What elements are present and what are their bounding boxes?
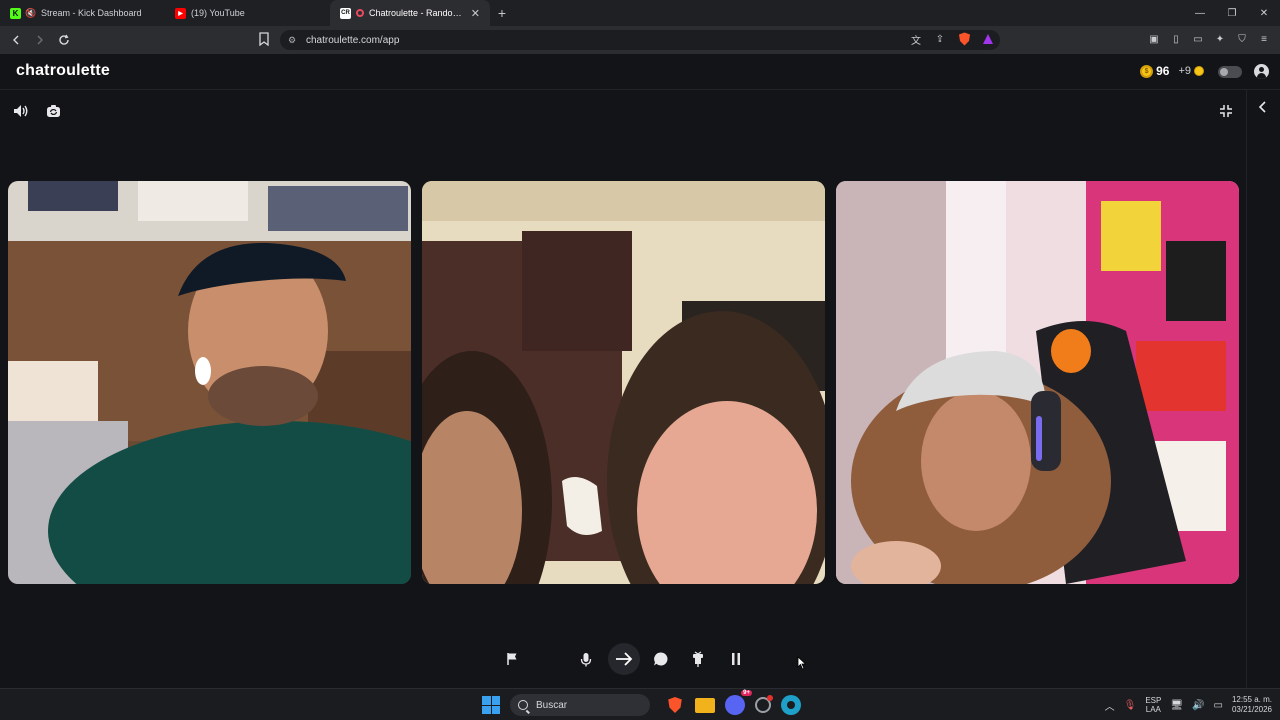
taskbar-search[interactable]: Buscar [510,694,650,716]
mic-tray-icon[interactable]: 🎙 [1124,700,1137,711]
site-header: chatroulette $ 96 +9 [0,54,1280,90]
wallet-icon[interactable]: ▭ [1190,31,1206,47]
theme-toggle[interactable] [1218,66,1242,78]
close-window-icon[interactable]: ✕ [1248,0,1280,26]
leo-icon[interactable]: ▣ [1146,31,1162,47]
address-actions: 文 ⇪ [908,31,996,47]
browser-tab-strip: K 🔇 Stream - Kick Dashboard ▶ (19) YouTu… [0,0,1280,26]
coin-balance[interactable]: $ 96 +9 [1140,64,1204,78]
arrow-right-icon [616,652,633,666]
url-text: chatroulette.com/app [306,34,400,46]
new-tab-button[interactable]: + [490,0,514,26]
tab-title: Chatroulette - Random video [369,8,467,18]
back-icon[interactable] [6,30,26,50]
browser-toolbar: ⚙ chatroulette.com/app 文 ⇪ ▣ ▯ ▭ ✦ ⛉ ≡ [0,26,1280,54]
windows-taskbar: Buscar 9+ ︿ 🎙 ESP LAA 🖥 🔊 ▭ 12:55 a. m. … [0,688,1280,720]
coin-count: 96 [1156,64,1170,78]
chat-bubble-icon[interactable] [649,647,673,671]
network-icon[interactable]: 🖥 [1170,700,1183,711]
coin-icon: $ [1140,64,1154,78]
brave-browser-icon[interactable] [665,695,685,715]
gift-icon[interactable] [686,647,710,671]
tab-title: (19) YouTube [191,8,245,18]
microphone-icon[interactable] [574,647,598,671]
brave-rewards-icon[interactable] [980,31,996,47]
vpn-icon[interactable]: ⛉ [1234,31,1250,47]
tab-youtube[interactable]: ▶ (19) YouTube [165,0,330,26]
chevron-up-icon[interactable]: ︿ [1105,698,1115,713]
coin-icon [1194,66,1204,76]
sidebar-icon[interactable]: ▯ [1168,31,1184,47]
language-indicator[interactable]: ESP LAA [1145,696,1161,714]
video-tile-3[interactable] [836,181,1239,584]
kick-icon: K [10,7,21,19]
tab-title: Stream - Kick Dashboard [41,8,142,18]
menu-icon[interactable]: ≡ [1256,31,1272,47]
video-feed-2 [422,181,825,584]
recording-icon [356,9,364,17]
mouse-cursor-icon [797,656,807,670]
user-profile-icon[interactable] [1254,64,1269,79]
keyboard-layout: LAA [1145,705,1161,714]
search-icon [518,700,528,710]
next-chat-button[interactable] [608,643,640,675]
discord-icon[interactable]: 9+ [725,690,752,715]
recording-app-icon[interactable] [755,695,773,713]
speaker-icon[interactable]: 🔊 [1192,700,1204,711]
report-flag-icon[interactable] [500,647,524,671]
discord-badge: 9+ [741,690,752,696]
tab-chatroulette[interactable]: CR Chatroulette - Random video ✕ [330,0,490,26]
exit-fullscreen-icon[interactable] [1215,100,1237,122]
site-settings-icon[interactable]: ⚙ [288,35,298,45]
ai-icon[interactable]: ✦ [1212,31,1228,47]
lang-code: ESP [1145,696,1162,705]
clock[interactable]: 12:55 a. m. 03/21/2026 [1232,695,1272,715]
window-controls: — ❐ ✕ [1184,0,1280,26]
volume-icon[interactable] [10,100,32,122]
tab-kick-dashboard[interactable]: K 🔇 Stream - Kick Dashboard [0,0,165,26]
bookmark-icon[interactable] [258,32,270,46]
windows-start-icon[interactable] [482,696,500,714]
translate-icon[interactable]: 文 [908,31,924,47]
share-icon[interactable]: ⇪ [932,31,948,47]
clock-date: 03/21/2026 [1231,705,1272,714]
forward-icon[interactable] [30,30,50,50]
address-bar[interactable]: ⚙ chatroulette.com/app [280,30,1000,50]
clock-time: 12:55 a. m. [1231,695,1272,704]
call-controls [500,642,752,676]
youtube-icon: ▶ [175,7,186,19]
chevron-left-icon[interactable] [1252,96,1274,118]
switch-camera-icon[interactable] [42,100,64,122]
video-tile-1[interactable] [8,181,411,584]
chatroulette-icon: CR [340,7,351,19]
close-tab-icon[interactable]: ✕ [471,7,480,20]
coin-bonus: +9 [1178,65,1191,77]
battery-icon[interactable]: ▭ [1214,700,1223,711]
video-tile-2[interactable] [422,181,825,584]
file-explorer-icon[interactable] [695,697,715,713]
pause-icon[interactable] [724,647,748,671]
muted-audio-icon[interactable]: 🔇 [25,8,36,19]
restore-icon[interactable]: ❐ [1216,0,1248,26]
taskbar-apps: Buscar 9+ [482,690,806,717]
taskbar-search-placeholder: Buscar [536,699,568,711]
browser-right-tools: ▣ ▯ ▭ ✦ ⛉ ≡ [1146,31,1272,47]
video-feed-1 [8,181,411,584]
video-feed-3 [836,181,1239,584]
brave-shields-icon[interactable] [956,31,972,47]
edge-icon[interactable] [781,695,801,715]
side-panel-rail [1246,90,1280,688]
reload-icon[interactable] [54,30,74,50]
chatroulette-page: chatroulette $ 96 +9 [0,54,1280,688]
site-logo[interactable]: chatroulette [16,62,110,80]
minimize-icon[interactable]: — [1184,0,1216,26]
system-tray: ︿ 🎙 ESP LAA 🖥 🔊 ▭ 12:55 a. m. 03/21/2026 [1105,693,1272,717]
